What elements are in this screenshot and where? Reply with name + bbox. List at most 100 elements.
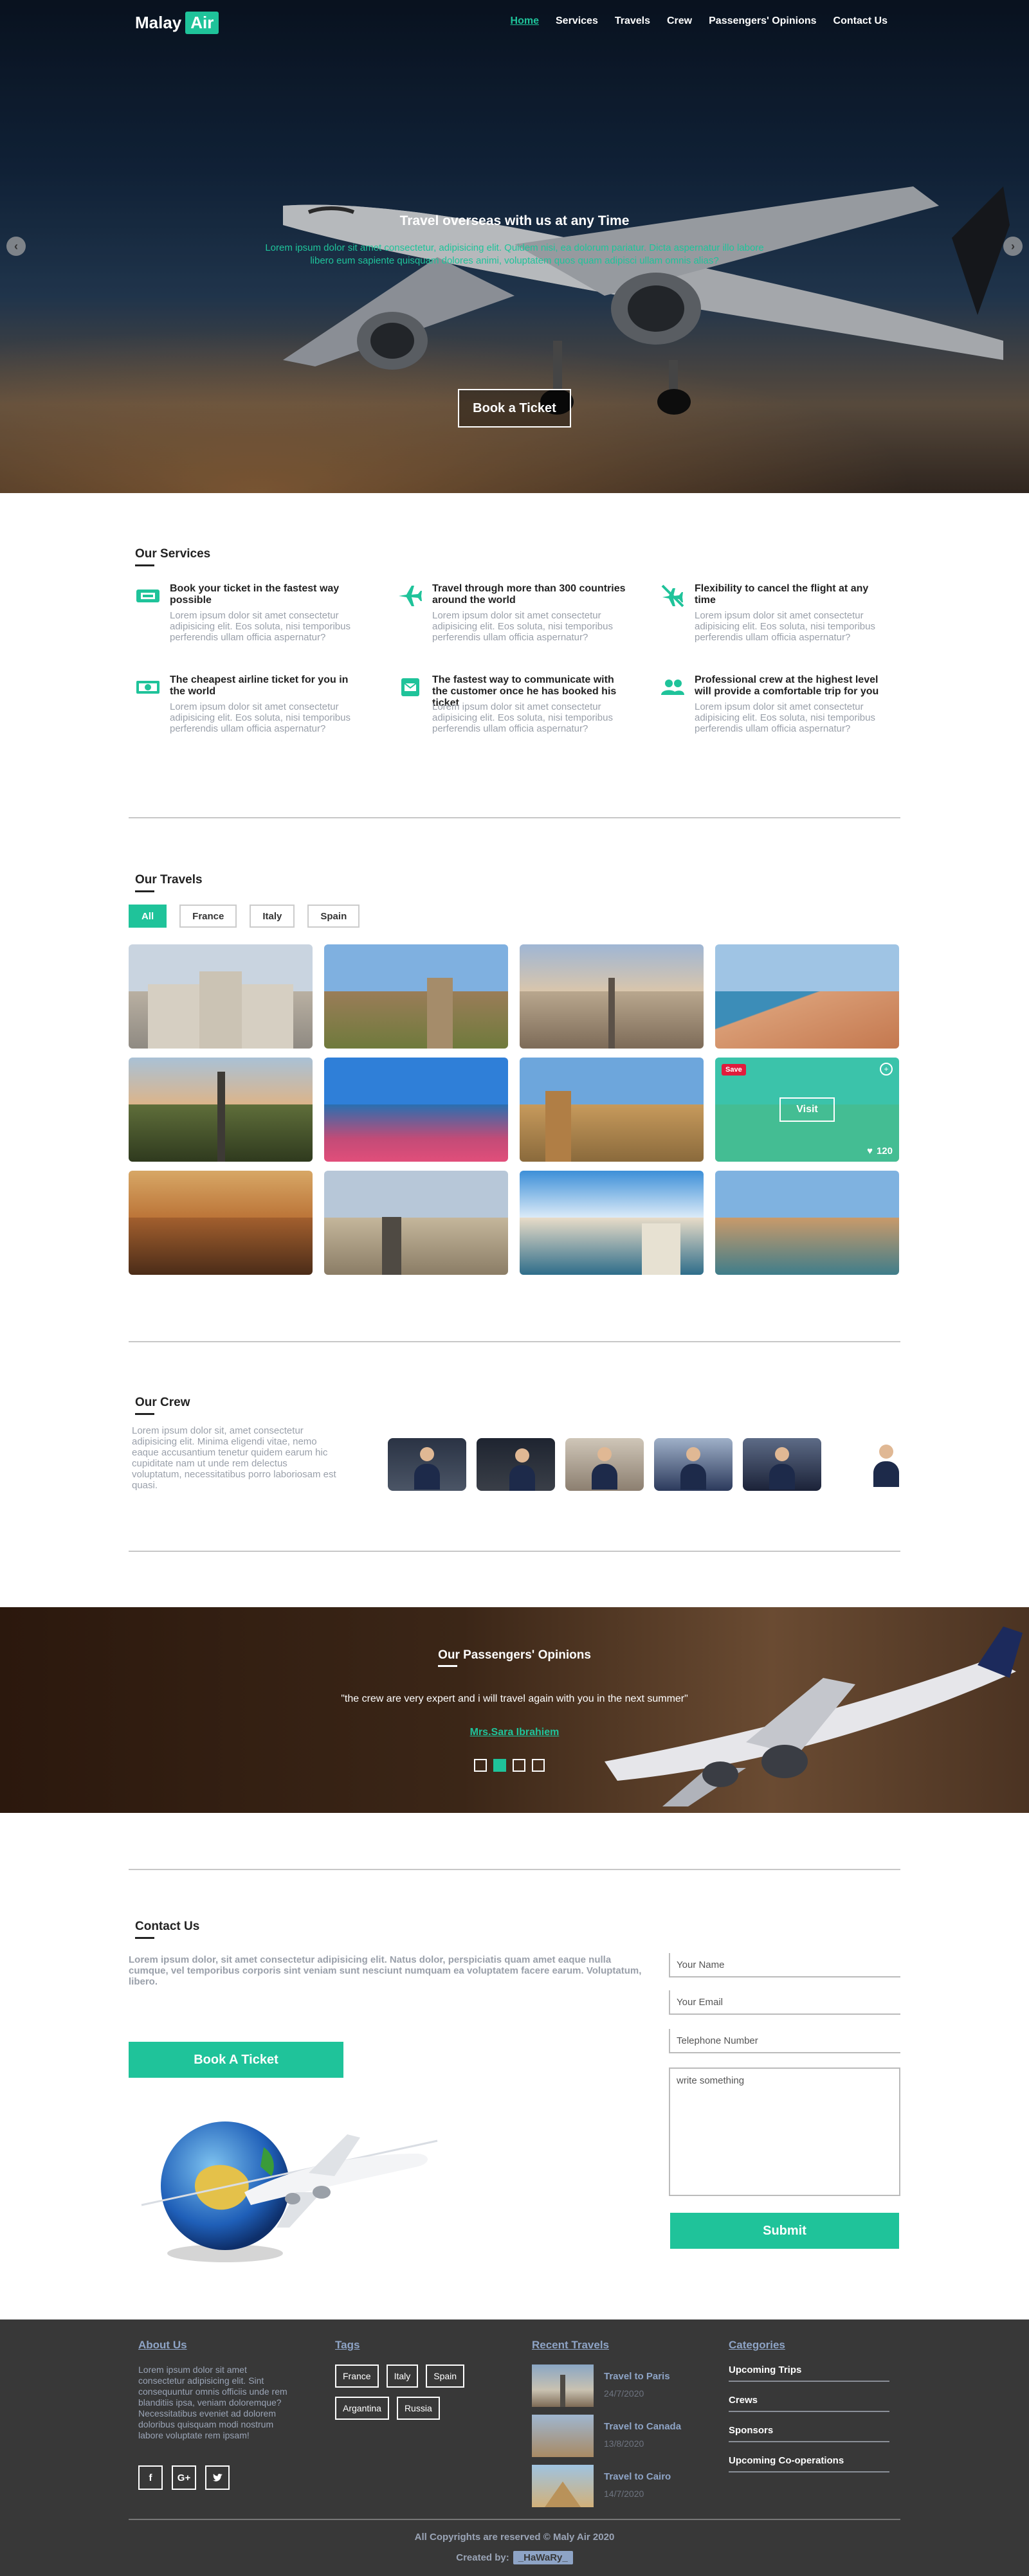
chevron-left-icon[interactable]: ‹	[6, 237, 26, 256]
testimonial-author[interactable]: Mrs.Sara Ibrahiem	[0, 1727, 1029, 1738]
nav-crew[interactable]: Crew	[667, 15, 692, 27]
submit-button[interactable]: Submit	[670, 2213, 899, 2249]
pinterest-save-button[interactable]: Save	[722, 1064, 746, 1076]
nav-travels[interactable]: Travels	[615, 15, 650, 27]
contact-section: Contact Us Lorem ipsum dolor, sit amet c…	[0, 1813, 1029, 2319]
slide-dot[interactable]	[474, 1759, 487, 1772]
telephone-input[interactable]: Telephone Number	[669, 2029, 900, 2053]
travel-filters: All France Italy Spain	[129, 905, 360, 928]
trip-title[interactable]: Travel to Paris	[604, 2371, 670, 2382]
trip-date: 24/7/2020	[604, 2388, 644, 2399]
trip-title[interactable]: Travel to Cairo	[604, 2471, 671, 2482]
trip-thumbnail	[532, 2465, 594, 2507]
logo-accent: Air	[185, 12, 219, 34]
visit-button[interactable]: Visit	[779, 1097, 835, 1122]
recent-trip[interactable]: Travel to Paris 24/7/2020	[532, 2364, 681, 2407]
trip-date: 13/8/2020	[604, 2438, 644, 2449]
tag-item[interactable]: France	[335, 2364, 379, 2388]
nav-opinions[interactable]: Passengers' Opinions	[709, 15, 816, 27]
plane-icon	[399, 586, 422, 606]
expand-icon[interactable]: +	[880, 1063, 893, 1076]
category-link[interactable]: Sponsors	[729, 2425, 889, 2442]
gallery-image[interactable]	[129, 1171, 313, 1275]
category-link[interactable]: Upcoming Co-operations	[729, 2455, 889, 2472]
service-title: The cheapest airline ticket for you in t…	[170, 674, 349, 697]
slide-dot[interactable]	[532, 1759, 545, 1772]
section-divider	[129, 1551, 900, 1552]
service-title: Travel through more than 300 countries a…	[432, 583, 626, 606]
nav-home[interactable]: Home	[511, 15, 539, 27]
hero-title: Travel overseas with us at any Time	[399, 213, 630, 228]
gallery-image[interactable]	[520, 944, 704, 1049]
globe-airplane-image	[141, 2121, 438, 2262]
email-input[interactable]: Your Email	[669, 1990, 900, 2015]
crew-photo[interactable]	[388, 1438, 466, 1491]
gallery-image[interactable]	[129, 1058, 313, 1162]
travels-section: Our Travels All France Italy Spain Save …	[0, 821, 1029, 1342]
service-text: Lorem ipsum dolor sit amet consectetur a…	[170, 610, 351, 643]
message-textarea[interactable]: write something	[669, 2067, 900, 2196]
logo-name: Malay	[135, 13, 182, 32]
nav-contact[interactable]: Contact Us	[833, 15, 888, 27]
slide-dot-active[interactable]	[493, 1759, 506, 1772]
facebook-icon[interactable]: f	[138, 2465, 163, 2490]
twitter-icon[interactable]	[205, 2465, 230, 2490]
gallery-image[interactable]	[324, 944, 508, 1049]
recent-trip[interactable]: Travel to Cairo 14/7/2020	[532, 2465, 681, 2507]
tag-item[interactable]: Russia	[396, 2397, 440, 2420]
service-text: Lorem ipsum dolor sit amet consectetur a…	[695, 610, 875, 643]
category-link[interactable]: Crews	[729, 2395, 889, 2412]
tag-item[interactable]: Spain	[426, 2364, 465, 2388]
crew-photo[interactable]	[477, 1438, 555, 1491]
filter-italy[interactable]: Italy	[250, 905, 295, 928]
trip-thumbnail	[532, 2364, 594, 2407]
gallery-image-hovered[interactable]: Save + Visit ♥ 120	[715, 1058, 899, 1162]
name-input[interactable]: Your Name	[669, 1953, 900, 1977]
footer: About Us Lorem ipsum dolor sit amet cons…	[0, 2319, 1029, 2576]
crew-photo[interactable]	[832, 1438, 910, 1491]
service-text: Lorem ipsum dolor sit amet consectetur a…	[432, 610, 613, 643]
likes-count[interactable]: ♥ 120	[867, 1146, 893, 1157]
hero-slider: Malay Air Home Services Travels Crew Pas…	[0, 0, 1029, 493]
author-badge[interactable]: _HaWaRy_	[513, 2551, 573, 2564]
gallery-image[interactable]	[129, 944, 313, 1049]
gallery-image[interactable]	[520, 1058, 704, 1162]
section-divider	[129, 817, 900, 818]
footer-categories-title[interactable]: Categories	[729, 2339, 889, 2352]
created-label: Created by:	[456, 2552, 509, 2563]
gallery-image[interactable]	[715, 944, 899, 1049]
filter-france[interactable]: France	[179, 905, 237, 928]
trip-title[interactable]: Travel to Canada	[604, 2421, 681, 2432]
service-title: Flexibility to cancel the flight at any …	[695, 583, 869, 606]
google-plus-icon[interactable]: G+	[172, 2465, 196, 2490]
gallery-image[interactable]	[324, 1171, 508, 1275]
crew-photo[interactable]	[565, 1438, 644, 1491]
crew-photo[interactable]	[743, 1438, 821, 1491]
gallery-image[interactable]	[324, 1058, 508, 1162]
social-links: f G+	[138, 2465, 293, 2490]
service-title: Professional crew at the highest level w…	[695, 674, 879, 697]
nav-services[interactable]: Services	[556, 15, 598, 27]
gallery-image[interactable]	[520, 1171, 704, 1275]
category-link[interactable]: Upcoming Trips	[729, 2364, 889, 2382]
likes-value: 120	[876, 1146, 893, 1157]
contact-text: Lorem ipsum dolor, sit amet consectetur …	[129, 1954, 642, 1987]
footer-tags-title[interactable]: Tags	[335, 2339, 496, 2352]
gallery-image[interactable]	[715, 1171, 899, 1275]
book-ticket-button[interactable]: Book a Ticket	[458, 389, 571, 428]
footer-recent-title[interactable]: Recent Travels	[532, 2339, 681, 2352]
tag-item[interactable]: Italy	[386, 2364, 419, 2388]
chevron-right-icon[interactable]: ›	[1003, 237, 1023, 256]
book-a-ticket-button[interactable]: Book A Ticket	[129, 2042, 343, 2078]
logo[interactable]: Malay Air	[135, 12, 219, 34]
footer-tags: Tags France Italy Spain Argantina Russia	[335, 2339, 496, 2420]
footer-categories: Categories Upcoming Trips Crews Sponsors…	[729, 2339, 889, 2485]
travels-title: Our Travels	[135, 873, 203, 892]
footer-about-title[interactable]: About Us	[138, 2339, 293, 2352]
recent-trip[interactable]: Travel to Canada 13/8/2020	[532, 2415, 681, 2457]
tag-item[interactable]: Argantina	[335, 2397, 389, 2420]
filter-all[interactable]: All	[129, 905, 167, 928]
crew-photo[interactable]	[654, 1438, 733, 1491]
filter-spain[interactable]: Spain	[307, 905, 360, 928]
slide-dot[interactable]	[513, 1759, 525, 1772]
